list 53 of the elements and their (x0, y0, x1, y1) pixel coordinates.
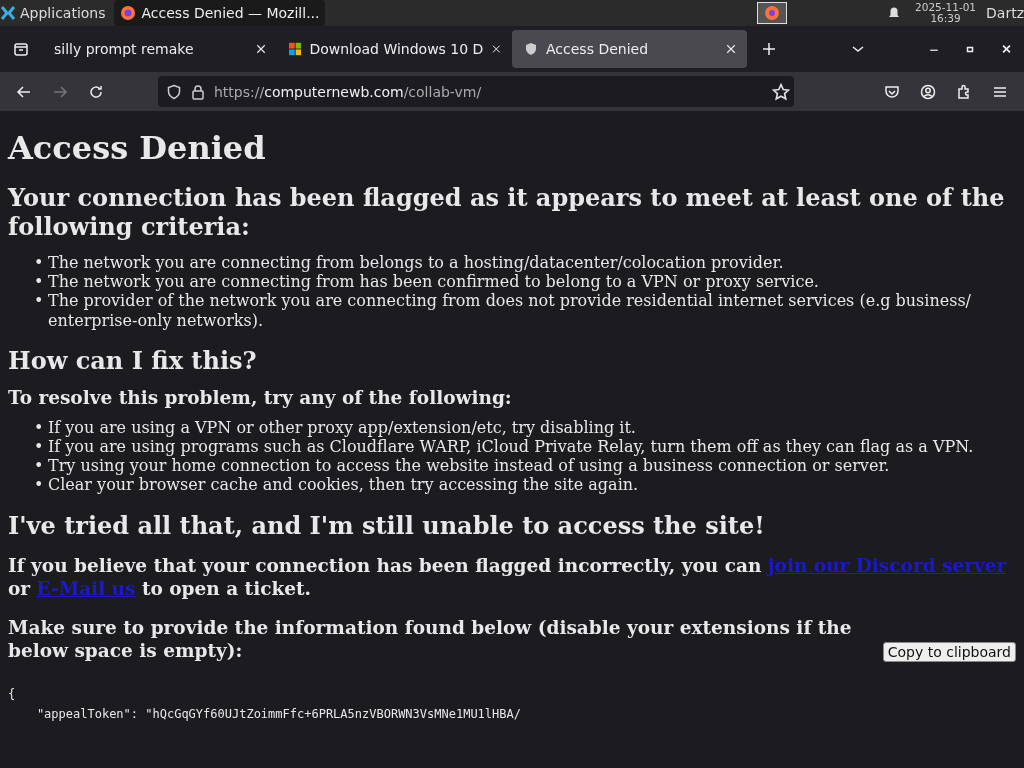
browser-tab[interactable]: Access Denied (512, 30, 747, 68)
browser-tab[interactable]: silly prompt remake (42, 30, 277, 68)
reload-icon[interactable] (88, 83, 104, 100)
bullet: • (34, 456, 41, 476)
windows-logo-icon (289, 42, 302, 56)
bullet: • (34, 291, 41, 313)
list-item: The network you are connecting from has been confirmed to belong to a VPN or proxy service. (48, 272, 819, 292)
bullet: • (34, 475, 41, 495)
shield-icon (166, 83, 182, 100)
applications-menu[interactable]: Applications (20, 5, 106, 21)
time-text: 16:39 (930, 13, 961, 24)
list-item: If you are using programs such as Cloudflare WARP, iCloud Private Relay, turn them off as they can flag as a VPN. (48, 436, 974, 457)
close-icon[interactable] (491, 43, 502, 55)
subheading: To resolve this problem, try any of the following: (8, 386, 513, 408)
list-item: The provider of the network you are connecting from does not provide residential internet services (e.g business/ enterprise-only networks). (48, 291, 972, 330)
lock-icon (190, 83, 206, 100)
user-name: Dartz (986, 5, 1024, 21)
code-line: { (8, 685, 17, 703)
address-bar[interactable]: https://computernewb.com/collab-vm/ (158, 76, 794, 107)
tab-title: silly prompt remake (54, 41, 195, 57)
browser-logo-icon (119, 5, 136, 21)
close-icon[interactable] (255, 43, 267, 55)
forward-icon[interactable] (52, 83, 68, 100)
list-item: Try using your home connection to access the website instead of using a business connection or server. (48, 456, 890, 476)
tab-title: Download Windows 10 D (309, 41, 484, 57)
url-text: https://computernewb.com/collab-vm/ (214, 83, 483, 100)
bullet: • (34, 272, 41, 292)
page-title: Access Denied (8, 129, 267, 167)
browser-logo-icon[interactable] (757, 2, 787, 24)
shield-icon (524, 42, 538, 56)
tab-list-icon[interactable] (13, 41, 29, 57)
tab-title: Access Denied (546, 41, 650, 57)
bullet: • (34, 417, 41, 437)
taskbar-window-button[interactable]: Access Denied — Mozill... (113, 0, 326, 26)
code-line: "appealToken": "hQcGqGYf60UJtZoimmFfc+6PRLA5nzVBORWN3VsMNe1MU1lHBA/ (35, 705, 522, 723)
section-heading: How can I fix this? (8, 345, 258, 375)
list-item: Clear your browser cache and cookies, then try accessing the site again. (48, 475, 639, 495)
browser-tab[interactable]: Download Windows 10 D (277, 30, 512, 68)
copy-button[interactable]: Copy to clipboard (882, 641, 1016, 662)
contact-paragraph: If you believe that your connection has been flagged incorrectly, you can join our Discord server or E-Mail us to open a ticket. (8, 553, 1008, 600)
star-icon[interactable] (772, 82, 790, 101)
section-heading: Your connection has been flagged as it appears to meet at least one of the following criteria: (8, 183, 1006, 241)
section-heading: I've tried all that, and I'm still unable to access the site! (8, 510, 766, 540)
info-text: Make sure to provide the information found below (disable your extensions if the below space is empty): (8, 615, 853, 662)
date-text: 2025-11-01 (915, 2, 977, 13)
close-icon[interactable] (725, 43, 737, 55)
back-icon[interactable] (16, 83, 32, 100)
list-item: The network you are connecting from belongs to a hosting/datacenter/colocation provider. (48, 253, 784, 273)
new-tab-icon[interactable] (761, 41, 777, 57)
bullet: • (34, 253, 41, 273)
app-menu-icon[interactable] (0, 5, 16, 21)
bullet: • (34, 436, 41, 457)
list-item: If you are using a VPN or other proxy app/extension/etc, try disabling it. (48, 417, 636, 437)
